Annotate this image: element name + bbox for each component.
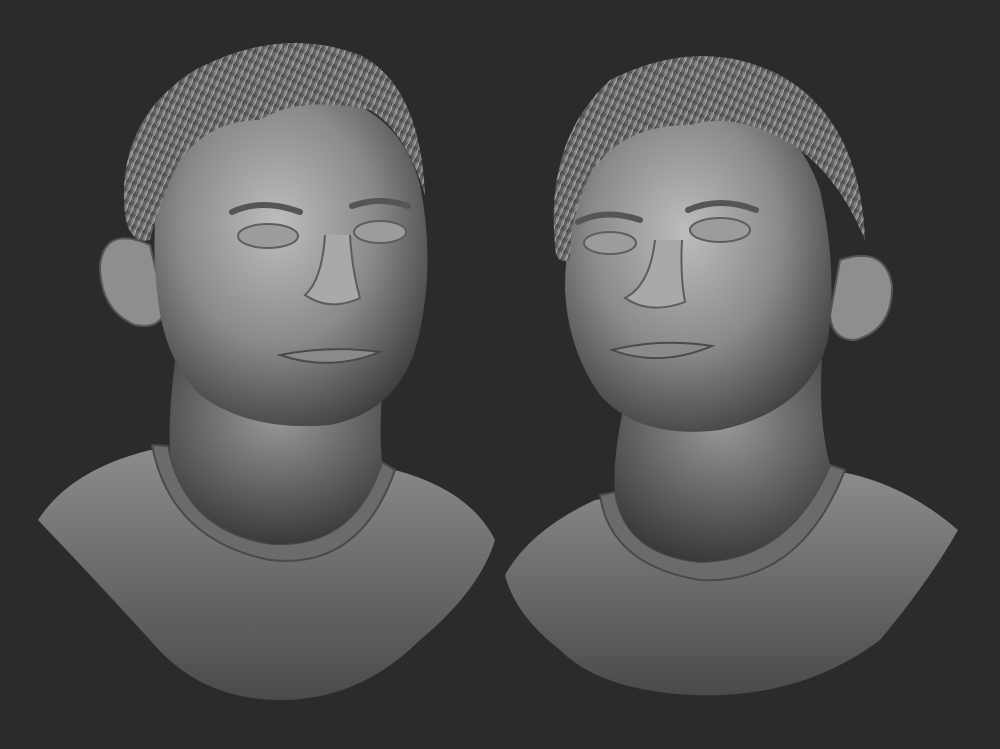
bust-left — [38, 43, 495, 700]
sculpt-render — [38, 43, 958, 700]
eye-right-a — [583, 231, 637, 255]
eye-left-a — [237, 223, 299, 249]
ear-right — [828, 255, 894, 342]
eye-right-b — [689, 217, 751, 243]
render-viewport — [0, 0, 1000, 749]
bust-right — [505, 56, 958, 696]
eye-left-b — [353, 220, 407, 244]
